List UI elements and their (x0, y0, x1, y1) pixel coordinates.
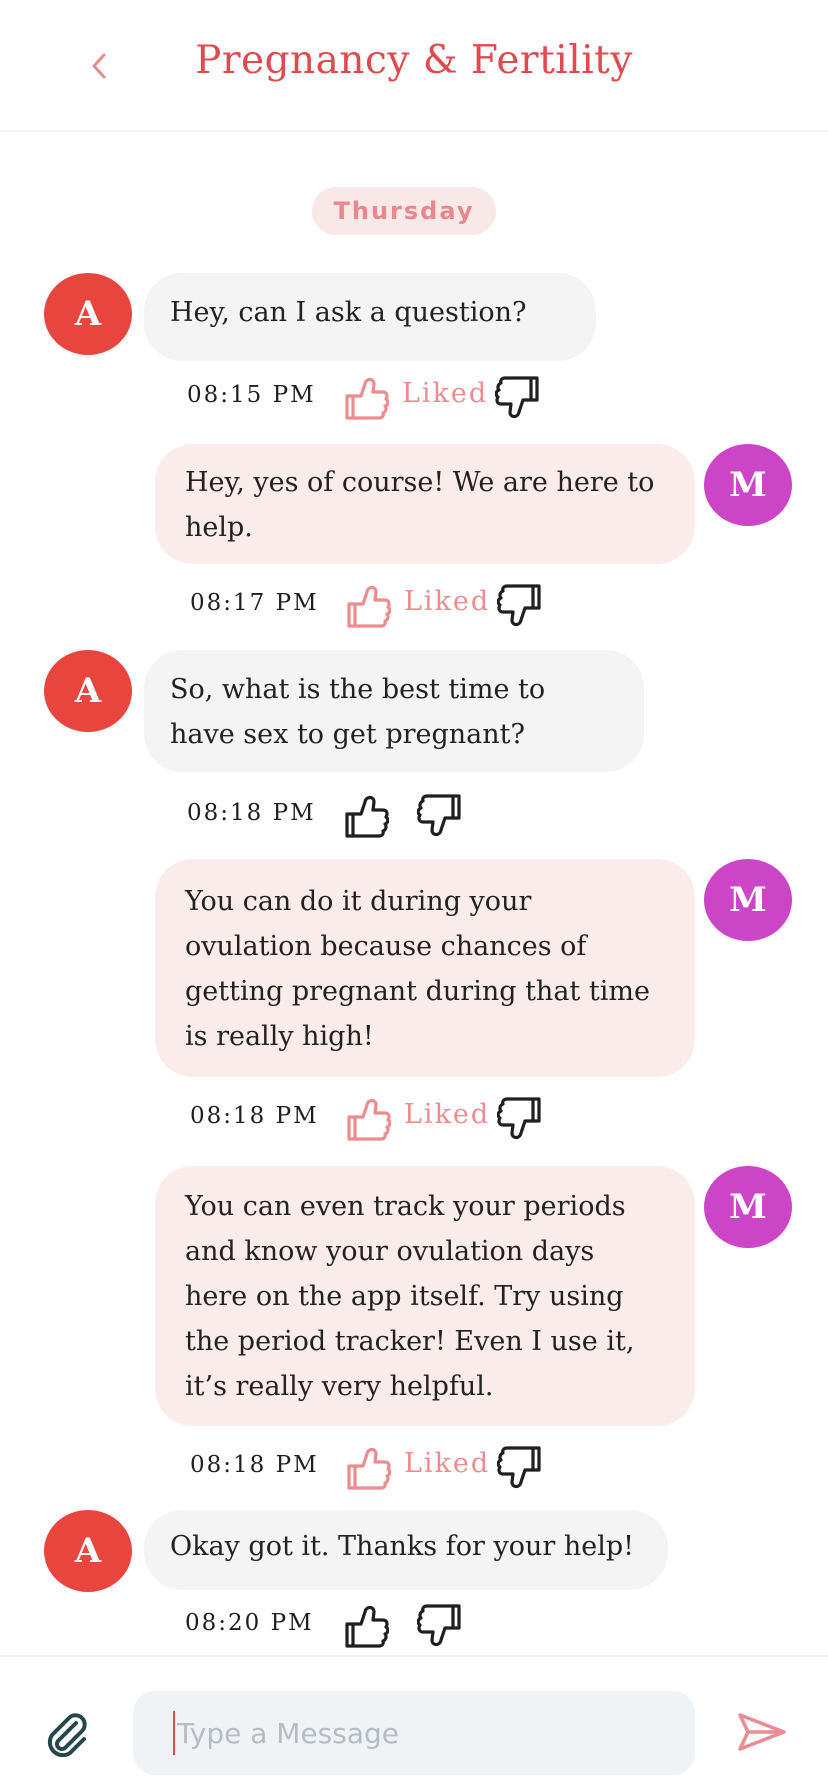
thumbs-down-icon (496, 1446, 541, 1489)
thumbs-up-icon (347, 585, 392, 628)
paperclip-icon (47, 1713, 87, 1758)
message-meta: 08:18 PM (0, 790, 828, 842)
send-button[interactable] (734, 1707, 790, 1757)
avatar-initial: A (74, 671, 102, 711)
thumbs-down-icon (496, 584, 541, 627)
like-button[interactable] (343, 372, 390, 424)
like-button[interactable] (345, 1093, 392, 1145)
message-text: So, what is the best time to have sex to… (170, 674, 546, 750)
message-meta: 08:18 PM Liked (0, 1442, 828, 1494)
message-text: You can even track your periods and know… (185, 1191, 635, 1402)
message-text: Okay got it. Thanks for your help! (170, 1531, 634, 1562)
liked-label: Liked (404, 586, 491, 617)
like-button[interactable] (343, 1600, 390, 1652)
outgoing-message-bubble: You can even track your periods and know… (155, 1166, 695, 1426)
message-time: 08:15 PM (187, 382, 316, 408)
message-time: 08:17 PM (190, 590, 319, 616)
outgoing-message-bubble: You can do it during your ovulation beca… (155, 859, 695, 1077)
message-text: Hey, yes of course! We are here to help. (185, 467, 655, 543)
message-time: 08:18 PM (190, 1452, 319, 1478)
dislike-button[interactable] (496, 580, 543, 632)
incoming-message-bubble: So, what is the best time to have sex to… (144, 650, 644, 772)
message-meta: 08:15 PM Liked (0, 372, 828, 424)
liked-label: Liked (402, 378, 489, 409)
message-time: 08:18 PM (187, 800, 316, 826)
thumbs-down-icon (494, 376, 539, 419)
like-button[interactable] (345, 1442, 392, 1494)
dislike-button[interactable] (496, 1442, 543, 1494)
incoming-message-bubble: Okay got it. Thanks for your help! (144, 1510, 668, 1590)
avatar: M (704, 859, 792, 941)
thumbs-up-icon (347, 1098, 392, 1141)
text-caret (173, 1711, 175, 1755)
message-text: Hey, can I ask a question? (170, 297, 527, 328)
avatar-initial: A (74, 1531, 102, 1571)
liked-label: Liked (404, 1099, 491, 1130)
avatar: A (44, 650, 132, 732)
avatar-initial: M (729, 465, 767, 505)
dislike-button[interactable] (496, 1093, 543, 1145)
message-composer (0, 1655, 828, 1792)
avatar: M (704, 1166, 792, 1248)
dislike-button[interactable] (416, 1600, 463, 1652)
like-button[interactable] (343, 790, 390, 842)
thumbs-up-icon (345, 377, 390, 420)
attach-button[interactable] (40, 1707, 92, 1759)
thumbs-up-icon (345, 795, 390, 838)
thumbs-down-icon (416, 1604, 461, 1647)
avatar: M (704, 444, 792, 526)
like-button[interactable] (345, 580, 392, 632)
avatar-initial: A (74, 294, 102, 334)
thumbs-up-icon (347, 1447, 392, 1490)
header-bar: Pregnancy & Fertility (0, 0, 828, 132)
dislike-button[interactable] (494, 372, 541, 424)
incoming-message-bubble: Hey, can I ask a question? (144, 273, 596, 361)
thumbs-down-icon (416, 794, 461, 837)
message-meta: 08:17 PM Liked (0, 580, 828, 632)
message-meta: 08:20 PM (0, 1600, 828, 1652)
message-time: 08:18 PM (190, 1103, 319, 1129)
message-text: You can do it during your ovulation beca… (185, 886, 650, 1052)
day-separator: Thursday (312, 187, 496, 235)
thumbs-down-icon (496, 1097, 541, 1140)
message-input[interactable] (177, 1691, 677, 1775)
avatar-initial: M (729, 1187, 767, 1227)
dislike-button[interactable] (416, 790, 463, 842)
message-time: 08:20 PM (185, 1610, 314, 1636)
outgoing-message-bubble: Hey, yes of course! We are here to help. (155, 444, 695, 564)
avatar: A (44, 1510, 132, 1592)
message-meta: 08:18 PM Liked (0, 1093, 828, 1145)
liked-label: Liked (404, 1448, 491, 1479)
message-input-box[interactable] (133, 1691, 695, 1775)
avatar-initial: M (729, 880, 767, 920)
send-icon (738, 1713, 786, 1751)
avatar: A (44, 273, 132, 355)
thumbs-up-icon (345, 1605, 390, 1648)
page-title: Pregnancy & Fertility (195, 38, 633, 83)
